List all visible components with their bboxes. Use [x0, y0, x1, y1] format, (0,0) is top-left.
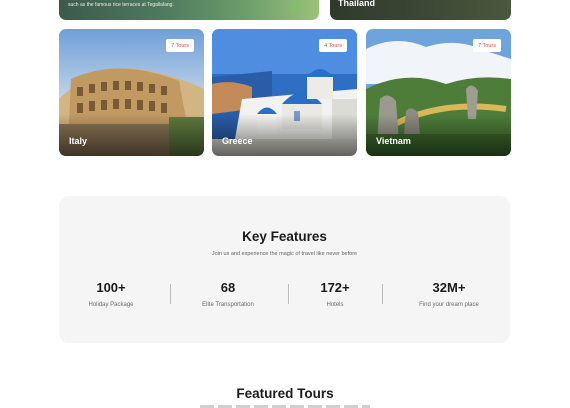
image-overlay: [366, 114, 511, 156]
destination-card-thailand[interactable]: Thailand: [330, 0, 511, 20]
section-subtitle: Join us and experience the magic of trav…: [211, 251, 358, 257]
stat-holiday-package: 100+ Holiday Package: [61, 280, 161, 308]
stat-elite-transportation: 68 Elite Transportation: [178, 280, 278, 308]
stat-hotels: 172+ Hotels: [285, 280, 385, 308]
stat-divider: [382, 284, 383, 304]
destination-card-greece[interactable]: 4 Tours Greece: [212, 29, 357, 156]
image-overlay: [59, 114, 204, 156]
destination-name: Greece: [222, 136, 253, 146]
stat-label: Holiday Package: [88, 302, 134, 308]
destination-card-bali[interactable]: such as the famous rice terraces at Tega…: [59, 0, 319, 20]
tours-badge: 7 Tours: [473, 39, 501, 52]
tours-badge: 7 Tours: [166, 39, 194, 52]
stat-value: 68: [220, 280, 236, 295]
stat-value: 100+: [96, 280, 126, 295]
stat-divider: [170, 284, 171, 304]
destination-caption: such as the famous rice terraces at Tega…: [68, 2, 174, 8]
palm-leaves-image: [290, 0, 303, 12]
destination-name: Thailand: [338, 0, 376, 8]
stat-label: Elite Transportation: [202, 302, 254, 308]
image-overlay: [212, 114, 357, 156]
featured-tours-title: Featured Tours: [236, 386, 334, 401]
section-title: Key Features: [242, 229, 327, 244]
destination-name: Italy: [69, 136, 88, 146]
destination-name: Vietnam: [376, 136, 411, 146]
destination-card-vietnam[interactable]: 7 Tours Vietnam: [366, 29, 511, 156]
stat-value: 32M+: [432, 280, 466, 295]
stat-label: Find your dream place: [419, 302, 479, 308]
key-features-section: Key Features Join us and experience the …: [59, 196, 510, 343]
destination-card-italy[interactable]: 7 Tours Italy: [59, 29, 204, 156]
stat-dream-place: 32M+ Find your dream place: [399, 280, 499, 308]
stat-value: 172+: [320, 280, 350, 295]
tours-badge: 4 Tours: [319, 39, 347, 52]
stat-label: Hotels: [326, 302, 344, 308]
